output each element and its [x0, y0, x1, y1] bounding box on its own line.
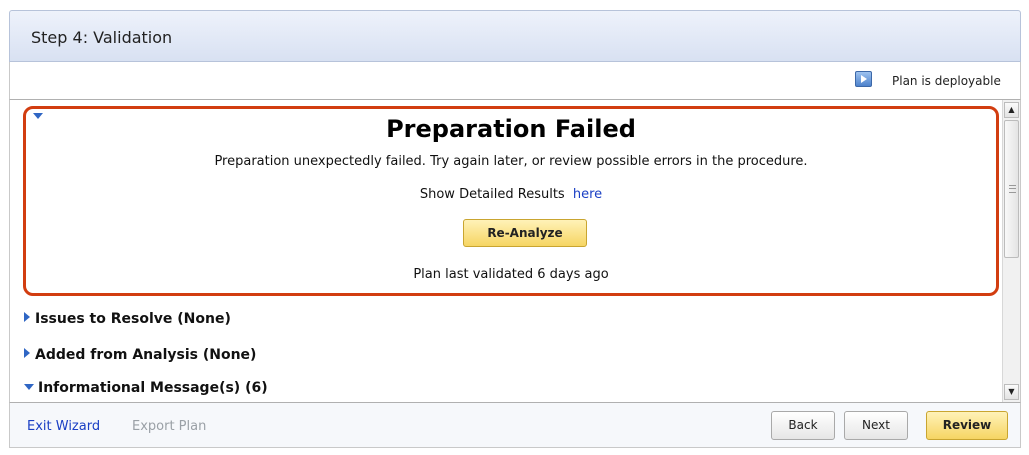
- collapse-triangle-icon: [24, 384, 34, 390]
- scrollbar-thumb[interactable]: [1004, 120, 1019, 258]
- section-added-from-analysis[interactable]: Added from Analysis (None): [24, 347, 256, 367]
- vertical-scrollbar[interactable]: ▲ ▼: [1002, 100, 1020, 402]
- wizard-footer: Exit Wizard Export Plan Back Next Review: [9, 402, 1021, 448]
- wizard-header: Step 4: Validation: [9, 10, 1021, 62]
- detailed-results-line: Show Detailed Results here: [26, 187, 996, 202]
- scroll-down-arrow-icon[interactable]: ▼: [1004, 384, 1019, 400]
- back-button[interactable]: Back: [771, 411, 835, 440]
- result-message: Preparation unexpectedly failed. Try aga…: [214, 154, 808, 169]
- status-bar: Plan is deployable: [9, 62, 1021, 100]
- deploy-plan-icon: [855, 71, 872, 87]
- next-button[interactable]: Next: [844, 411, 908, 440]
- wizard-window: Step 4: Validation Plan is deployable Pr…: [9, 0, 1021, 455]
- section-informational-messages[interactable]: Informational Message(s) (6): [24, 380, 268, 400]
- export-plan-link[interactable]: Export Plan: [132, 419, 206, 434]
- reanalyze-button[interactable]: Re-Analyze: [463, 219, 587, 247]
- detailed-results-label: Show Detailed Results: [419, 187, 565, 202]
- section-label: Issues to Resolve (None): [35, 311, 231, 327]
- validation-content: Preparation Failed Preparation unexpecte…: [9, 100, 1021, 402]
- section-issues-to-resolve[interactable]: Issues to Resolve (None): [24, 311, 231, 331]
- exit-wizard-link[interactable]: Exit Wizard: [27, 419, 100, 434]
- deploy-status-label: Plan is deployable: [892, 74, 1001, 88]
- detailed-results-link[interactable]: here: [573, 187, 602, 202]
- review-button[interactable]: Review: [926, 411, 1008, 440]
- scroll-up-arrow-icon[interactable]: ▲: [1004, 102, 1019, 118]
- section-label: Added from Analysis (None): [35, 347, 257, 363]
- preparation-result-panel: Preparation Failed Preparation unexpecte…: [23, 106, 999, 296]
- expand-triangle-icon: [24, 312, 30, 322]
- grip-icon: [1009, 185, 1016, 193]
- expand-triangle-icon: [24, 348, 30, 358]
- result-title: Preparation Failed: [386, 115, 636, 143]
- page-title: Step 4: Validation: [31, 28, 173, 47]
- section-label: Informational Message(s) (6): [38, 380, 268, 396]
- last-validated-text: Plan last validated 6 days ago: [413, 267, 609, 282]
